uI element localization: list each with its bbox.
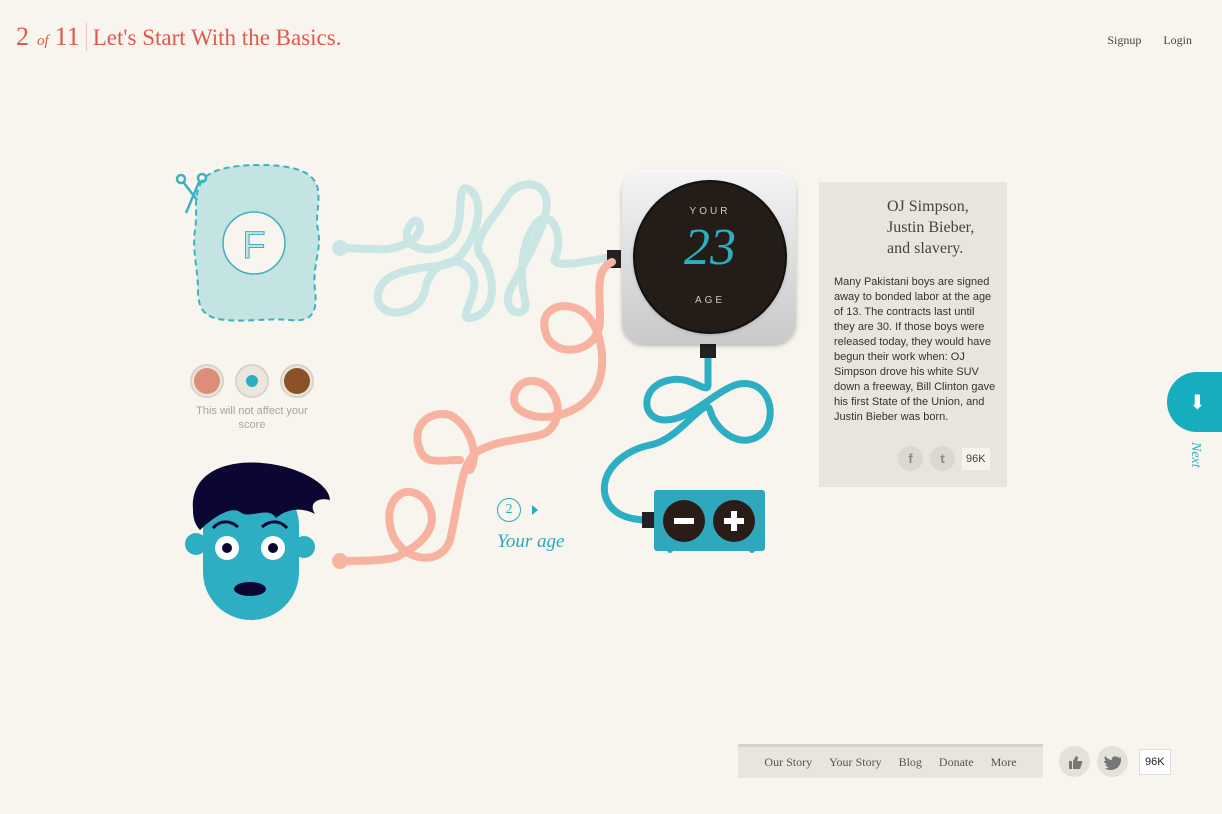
skin-tone-chip [194, 368, 220, 394]
grade-wire-plug [332, 240, 348, 256]
footer-nav: Our Story Your Story Blog Donate More [738, 744, 1043, 778]
grade-letter: F [242, 225, 265, 267]
decrease-age-button[interactable] [663, 500, 705, 542]
skin-tone-option-1[interactable] [190, 364, 224, 398]
age-stepper [654, 490, 765, 553]
footer-link-more[interactable]: More [991, 755, 1017, 770]
twitter-share-icon[interactable]: t [930, 446, 955, 471]
facebook-share-icon[interactable]: f [898, 446, 923, 471]
footer-link-your-story[interactable]: Your Story [829, 755, 881, 770]
twitter-bird-icon[interactable] [1097, 746, 1128, 777]
dial-top-label: YOUR [689, 206, 731, 217]
footer-link-blog[interactable]: Blog [899, 755, 922, 770]
footer-link-our-story[interactable]: Our Story [764, 755, 812, 770]
skin-tone-chip [284, 368, 310, 394]
footer-share-count: 96K [1139, 748, 1171, 775]
grade-wire [336, 180, 616, 322]
age-wire-plug [332, 553, 348, 569]
dial-bottom-connector [700, 344, 716, 358]
plus-icon [724, 511, 744, 531]
selected-dot-icon [246, 375, 258, 387]
stepper-connector [642, 512, 654, 528]
illustration-canvas: F [175, 163, 875, 620]
face-illustration [185, 462, 330, 620]
share-count: 96K [962, 447, 990, 470]
next-button[interactable]: ⬇ [1167, 372, 1222, 432]
step-number-badge: 2 [497, 498, 521, 522]
footer-link-donate[interactable]: Donate [939, 755, 974, 770]
grade-card: F [193, 163, 320, 322]
next-label[interactable]: Next [1187, 442, 1203, 468]
play-arrow-icon [532, 505, 538, 515]
footer-share: 96K [1059, 746, 1171, 777]
step-label: Your age [497, 531, 565, 552]
fact-card-body: Many Pakistani boys are signed away to b… [834, 276, 996, 423]
skin-tone-selector [190, 364, 314, 398]
skin-tone-option-3[interactable] [280, 364, 314, 398]
fact-card-share: f t 96K [898, 446, 990, 471]
skin-tone-note: This will not affect your score [196, 405, 308, 431]
thumbs-up-icon[interactable] [1059, 746, 1090, 777]
dial-bottom-label: AGE [694, 295, 726, 306]
fact-card-title: OJ Simpson, Justin Bieber, and slavery. [887, 198, 975, 257]
skin-tone-option-2[interactable] [235, 364, 269, 398]
minus-icon [674, 518, 694, 524]
increase-age-button[interactable] [713, 500, 755, 542]
age-value: 23 [684, 219, 736, 276]
stepper-feet [667, 548, 755, 553]
arrow-down-icon: ⬇ [1189, 391, 1206, 414]
